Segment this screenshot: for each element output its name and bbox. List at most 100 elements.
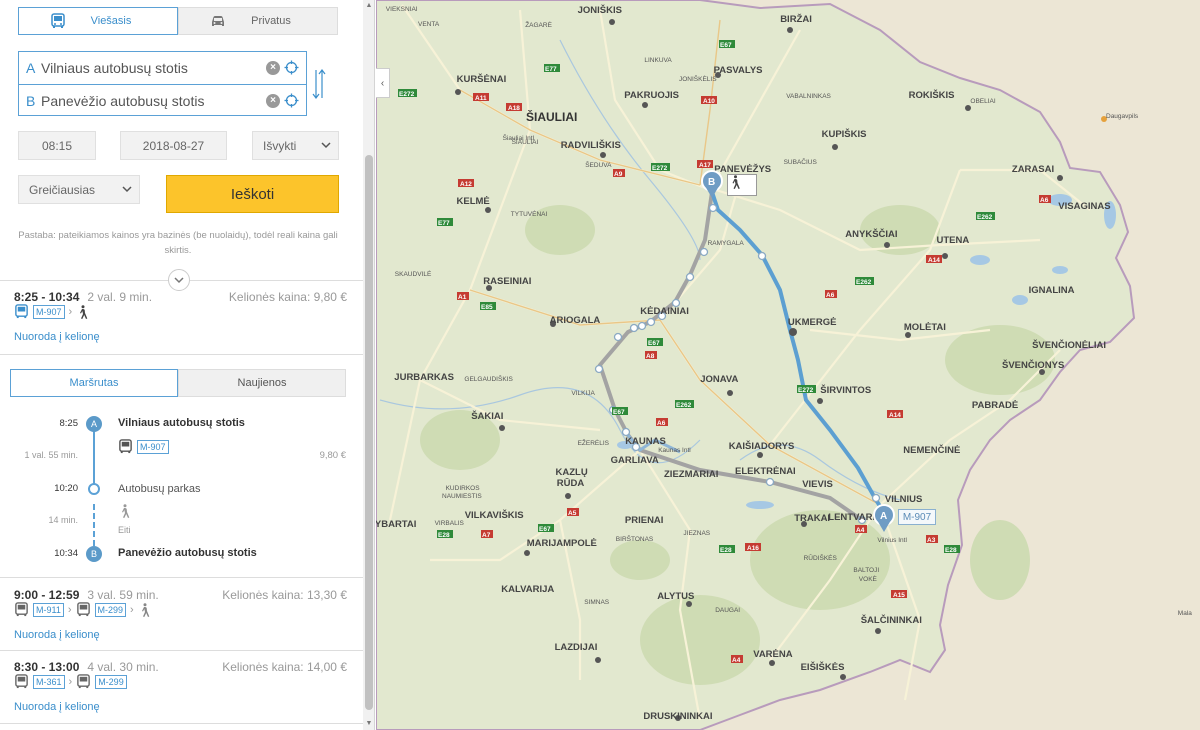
svg-text:A14: A14 (928, 257, 940, 264)
svg-text:A5: A5 (568, 510, 577, 517)
city-label: KAIŠIADORYS (729, 440, 795, 452)
result-duration: 2 val. 9 min. (87, 290, 153, 304)
clear-icon[interactable]: × (266, 94, 280, 108)
leg-price: 9,80 € (319, 450, 346, 461)
collapse-sidebar-button[interactable]: ‹ (376, 68, 390, 98)
svg-text:E262: E262 (977, 214, 993, 221)
city-label: ŠVENČIONĖLIAI (1032, 339, 1106, 351)
locate-icon[interactable] (284, 60, 299, 75)
city-label: ALYTUS (657, 591, 694, 602)
walk-icon (80, 304, 88, 319)
svg-text:E67: E67 (539, 526, 551, 533)
time-input[interactable]: 08:15 (18, 131, 96, 160)
city-label: MOLĖTAI (904, 322, 946, 333)
destination-value[interactable]: Panevėžio autobusų stotis (41, 93, 204, 109)
route-badge: M-299 (94, 602, 127, 617)
city-label: VISAGINAS (1058, 201, 1110, 212)
place-label: VIEKSNIAI (386, 6, 418, 13)
date-input[interactable]: 2018-08-27 (120, 131, 227, 160)
scroll-down-icon[interactable]: ▼ (363, 718, 374, 730)
place-label: VABALNINKAS (786, 93, 831, 100)
depart-mode-value: Išvykti (263, 138, 297, 153)
city-label: PASVALYS (714, 65, 763, 76)
svg-text:A12: A12 (460, 181, 472, 188)
map[interactable]: E67 E77 E272 A11 A18 A10 E272 A9 A17 A12… (376, 0, 1200, 730)
trip-link[interactable]: Nuoroda į kelionę (14, 629, 100, 641)
result-item[interactable]: 8:30 - 13:00 4 val. 30 min. Kelionės kain… (0, 660, 363, 720)
place-label: Šiauliai Intl (503, 133, 535, 142)
route-badge: M-299 (95, 674, 127, 689)
city-label: KALVARIJA (501, 584, 554, 595)
clear-icon[interactable]: × (266, 61, 280, 75)
place-label: Daugavpils (1106, 113, 1139, 120)
scrollbar[interactable]: ▲ ▼ (363, 0, 374, 730)
tab-route[interactable]: Maršrutas (10, 369, 178, 397)
bus-icon (15, 602, 28, 617)
locate-icon[interactable] (284, 93, 299, 108)
search-button[interactable]: Ieškoti (166, 175, 339, 213)
svg-text:A18: A18 (508, 105, 520, 112)
swap-icon[interactable] (312, 67, 326, 101)
leg-info: M-907 (118, 439, 169, 454)
result-times: 8:25 - 10:34 (14, 290, 80, 304)
result-item[interactable]: 9:00 - 12:59 3 val. 59 min. Kelionės kain… (0, 588, 363, 648)
scrollbar-thumb[interactable] (365, 155, 373, 710)
svg-text:A6: A6 (657, 420, 666, 427)
city-label: PRIENAI (625, 515, 664, 526)
svg-text:A11: A11 (475, 95, 487, 102)
route-badge: M-361 (33, 674, 65, 689)
place-label: BIRŠTONAS (616, 534, 654, 543)
origin-field[interactable]: A Vilniaus autobusų stotis × (19, 52, 306, 84)
svg-text:E67: E67 (648, 340, 660, 347)
svg-text:A3: A3 (927, 537, 936, 544)
map-canvas[interactable]: E67 E77 E272 A11 A18 A10 E272 A9 A17 A12… (376, 0, 1200, 730)
svg-text:A10: A10 (703, 98, 715, 105)
chevron-right-icon: › (68, 675, 73, 688)
tab-public-transport[interactable]: Viešasis (18, 7, 178, 35)
city-label: ŠAKIAI (471, 410, 503, 422)
svg-text:A7: A7 (482, 532, 491, 539)
walk-icon (732, 175, 740, 189)
city-label: BIRŽAI (780, 13, 812, 25)
destination-letter: B (26, 92, 36, 109)
trip-link[interactable]: Nuoroda į kelionę (14, 331, 100, 343)
tab-private-transport[interactable]: Privatus (178, 7, 338, 35)
city-label: IGNALINA (1029, 285, 1075, 296)
city-label: JONAVA (700, 374, 738, 385)
result-duration: 4 val. 30 min. (87, 660, 159, 674)
city-label: KUPIŠKIS (822, 128, 867, 140)
bus-icon (119, 439, 132, 454)
collapse-button[interactable] (168, 269, 190, 291)
chevron-right-icon: › (68, 305, 73, 318)
place-label: SIMNAS (584, 599, 610, 606)
depart-mode-select[interactable]: Išvykti (252, 131, 339, 160)
stop-time: 8:25 (59, 418, 79, 429)
bus-icon (77, 674, 91, 689)
city-label: RASEINIAI (483, 276, 531, 287)
city-label: ŠVENČIONYS (1002, 359, 1064, 371)
price-note: Pastaba: pateikiamos kainos yra bazinės … (18, 230, 338, 256)
destination-field[interactable]: B Panevėžio autobusų stotis × (19, 84, 306, 116)
result-item[interactable]: 8:25 - 10:34 2 val. 9 min. Kelionės kaina… (0, 290, 363, 350)
place-label: JONIŠKĖLIS (679, 74, 717, 83)
city-label: KELMĖ (457, 196, 490, 207)
place-label: VIRBALIS (435, 520, 465, 527)
place-label: SKAUDVILĖ (395, 269, 432, 278)
origin-value[interactable]: Vilniaus autobusų stotis (41, 60, 188, 76)
chevron-down-icon (174, 277, 184, 284)
scroll-up-icon[interactable]: ▲ (363, 0, 374, 12)
city-label: PABRADĖ (972, 400, 1018, 411)
city-label: ZARASAI (1012, 164, 1054, 175)
trip-link[interactable]: Nuoroda į kelionę (14, 701, 100, 713)
city-label: ARIOGALA (550, 315, 601, 326)
sort-select[interactable]: Greičiausias (18, 175, 140, 204)
stop-marker-transfer (88, 483, 100, 495)
place-label: VILKIJA (571, 390, 595, 397)
place-label: VOKĖ (859, 574, 878, 583)
result-summary: 9:00 - 12:59 3 val. 59 min. (14, 588, 159, 602)
place-label: Kaunas Intl (658, 447, 691, 454)
tab-news[interactable]: Naujienos (178, 369, 346, 397)
city-label: UTENA (937, 235, 970, 246)
result-price: Kelionės kaina: 9,80 € (228, 290, 347, 304)
chevron-down-icon (122, 186, 132, 193)
